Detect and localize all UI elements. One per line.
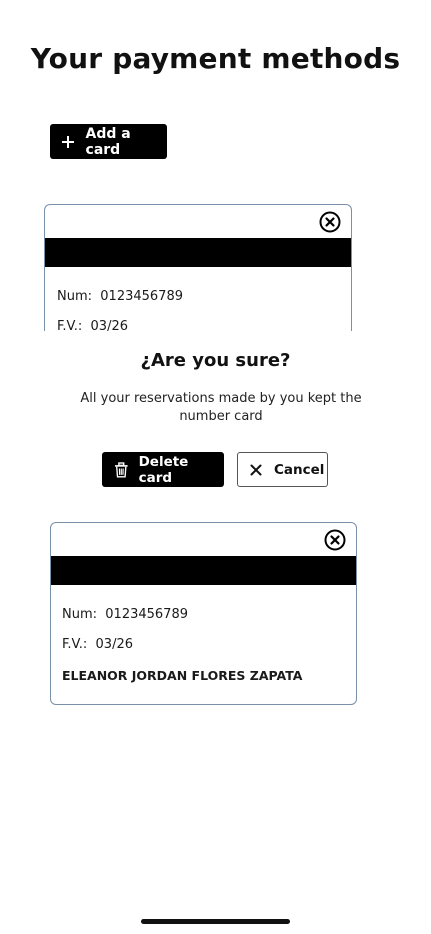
payment-card: Num: 0123456789 F.V.: 03/26 xyxy=(44,204,352,331)
card-number-label: Num: xyxy=(57,289,93,304)
cancel-label: Cancel xyxy=(274,461,325,478)
card-number-value: 0123456789 xyxy=(100,289,183,304)
card-expiry-label: F.V.: xyxy=(62,637,88,652)
card-expiry: F.V.: 03/26 xyxy=(57,319,128,331)
confirm-title: ¿Are you sure? xyxy=(140,350,291,371)
payment-card: Num: 0123456789 F.V.: 03/26 ELEANOR JORD… xyxy=(50,522,357,705)
card-expiry-value: 03/26 xyxy=(95,637,133,652)
card-number: Num: 0123456789 xyxy=(62,607,188,622)
add-card-button[interactable]: Add a card xyxy=(50,124,167,159)
card-holder-name: ELEANOR JORDAN FLORES ZAPATA xyxy=(62,668,303,683)
card-expiry-value: 03/26 xyxy=(90,319,128,331)
cancel-button[interactable]: Cancel xyxy=(237,452,328,487)
delete-card-label: Delete card xyxy=(138,453,189,486)
close-circle-icon[interactable] xyxy=(319,211,341,233)
add-card-label: Add a card xyxy=(85,125,131,158)
home-indicator[interactable] xyxy=(141,919,290,924)
card-number-value: 0123456789 xyxy=(105,607,188,622)
magnetic-stripe xyxy=(51,556,356,585)
card-expiry-label: F.V.: xyxy=(57,319,83,331)
trash-icon xyxy=(114,461,128,477)
plus-icon xyxy=(62,135,74,148)
card-number-label: Num: xyxy=(62,607,98,622)
delete-card-button[interactable]: Delete card xyxy=(102,452,224,487)
card-number: Num: 0123456789 xyxy=(57,289,183,304)
confirm-message: All your reservations made by you kept t… xyxy=(80,391,362,424)
magnetic-stripe xyxy=(45,238,351,267)
card-expiry: F.V.: 03/26 xyxy=(62,637,133,652)
close-icon xyxy=(250,464,262,475)
page-title: Your payment methods xyxy=(30,42,401,75)
close-circle-icon[interactable] xyxy=(324,529,346,551)
